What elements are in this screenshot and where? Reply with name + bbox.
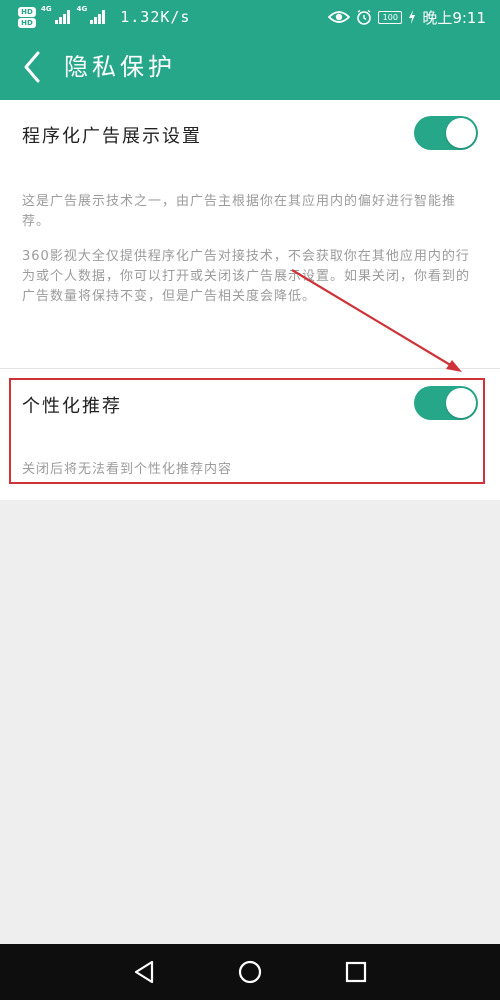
divider — [0, 368, 500, 369]
alarm-icon — [357, 9, 372, 25]
nav-back-button[interactable] — [124, 952, 164, 992]
programmatic-ads-desc-1: 这是广告展示技术之一，由广告主根据你在其应用内的偏好进行智能推荐。 — [22, 194, 457, 229]
network-speed: 1.32K/s — [120, 8, 191, 26]
status-right: 100 晚上9:11 — [328, 3, 486, 31]
recents-square-icon — [345, 961, 367, 983]
back-triangle-icon — [134, 960, 154, 984]
clock: 晚上9:11 — [422, 8, 486, 27]
charging-icon — [409, 10, 416, 24]
hd-badge-2: HD — [18, 17, 36, 28]
signal-icon — [90, 10, 106, 24]
nav-recents-button[interactable] — [336, 952, 376, 992]
home-circle-icon — [238, 960, 262, 984]
programmatic-ads-toggle[interactable] — [414, 116, 478, 150]
network-type-1: 4G — [41, 5, 52, 13]
battery-icon: 100 — [378, 10, 403, 24]
back-button[interactable] — [14, 47, 54, 87]
hd-indicators: HD HD — [18, 6, 36, 28]
toggle-knob — [446, 118, 476, 148]
annotation-highlight-box — [9, 378, 485, 484]
status-left: HD HD 4G 4G 1.32K/s — [18, 3, 190, 31]
eye-icon — [328, 11, 351, 23]
programmatic-ads-title: 程序化广告展示设置 — [22, 126, 202, 147]
chevron-left-icon — [24, 51, 40, 83]
nav-home-button[interactable] — [230, 952, 270, 992]
programmatic-ads-desc-2: 360影视大全仅提供程序化广告对接技术，不会获取你在其他应用内的行为或个人数据，… — [22, 249, 471, 304]
hd-badge-1: HD — [18, 6, 36, 17]
signal-icon — [54, 10, 70, 24]
status-bar: HD HD 4G 4G 1.32K/s 100 晚上9:11 — [0, 0, 500, 33]
page-title: 隐私保护 — [64, 53, 176, 81]
network-type-2: 4G — [76, 5, 88, 13]
system-nav-bar — [0, 944, 500, 1000]
app-header: 隐私保护 — [0, 33, 500, 100]
settings-panel: 程序化广告展示设置 这是广告展示技术之一，由广告主根据你在其应用内的偏好进行智能… — [0, 100, 500, 500]
